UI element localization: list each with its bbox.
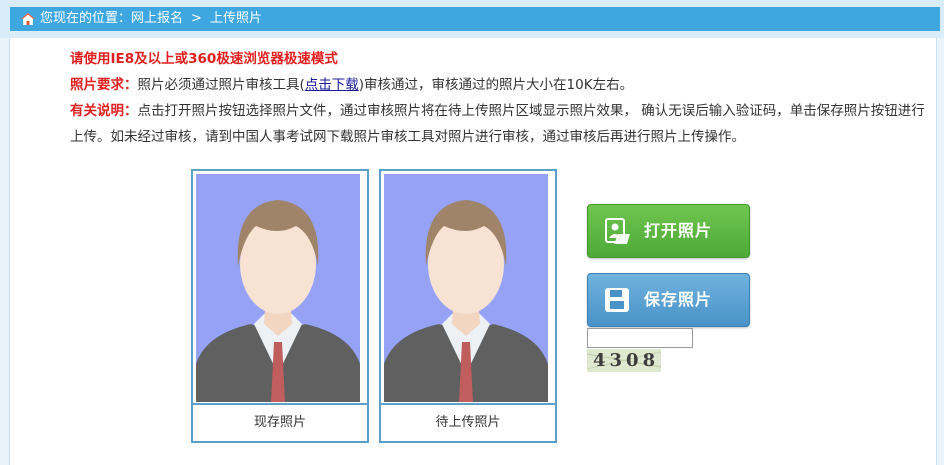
open-photo-icon	[605, 218, 630, 244]
open-photo-label: 打开照片	[644, 221, 713, 240]
current-photo-caption: 现存照片	[193, 403, 367, 441]
requirement-text-2: )审核通过，审核通过的照片大小在10K左右。	[358, 77, 634, 93]
breadcrumb: 您现在的位置：网上报名 > 上传照片	[40, 7, 262, 31]
save-photo-button[interactable]: 保存照片	[587, 273, 750, 327]
avatar-placeholder-icon	[196, 174, 360, 402]
instructions: 有关说明：点击打开照片按钮选择照片文件，通过审核照片将在待上传照片区域显示照片效…	[70, 98, 930, 150]
requirement-label: 照片要求：	[70, 77, 138, 93]
breadcrumb-separator: >	[191, 11, 202, 26]
left-frame-border	[0, 38, 10, 465]
instructions-label: 有关说明：	[70, 103, 138, 119]
pending-photo-panel: 待上传照片	[379, 169, 557, 443]
breadcrumb-item-upload-photo: 上传照片	[209, 11, 262, 26]
instructions-text: 点击打开照片按钮选择照片文件，通过审核照片将在待上传照片区域显示照片效果， 确认…	[70, 103, 925, 145]
pending-photo-caption: 待上传照片	[381, 403, 555, 441]
save-disk-icon	[605, 288, 629, 312]
pending-photo	[384, 174, 548, 402]
captcha-input[interactable]	[587, 328, 693, 348]
header: 您现在的位置：网上报名 > 上传照片	[0, 0, 944, 38]
location-bar: 您现在的位置：网上报名 > 上传照片	[10, 7, 940, 31]
breadcrumb-item-registration[interactable]: 网上报名	[131, 11, 183, 26]
download-tool-link[interactable]: 点击下载	[305, 77, 359, 93]
notice-block: 请使用IE8及以上或360极速浏览器极速模式 照片要求：照片必须通过照片审核工具…	[70, 46, 930, 150]
avatar-placeholder-icon	[384, 174, 548, 402]
open-photo-button[interactable]: 打开照片	[587, 204, 750, 258]
current-photo-panel: 现存照片	[191, 169, 369, 443]
home-icon	[21, 13, 35, 25]
right-frame-border	[936, 38, 944, 465]
breadcrumb-prefix: 您现在的位置：	[40, 11, 132, 26]
requirement-text-1: 照片必须通过照片审核工具(	[137, 77, 305, 93]
current-photo	[196, 174, 360, 402]
captcha-image[interactable]: 4308	[587, 349, 661, 372]
save-photo-label: 保存照片	[644, 290, 713, 309]
captcha-code: 4308	[593, 350, 660, 371]
browser-tip: 请使用IE8及以上或360极速浏览器极速模式	[70, 51, 338, 67]
photo-requirement: 照片要求：照片必须通过照片审核工具(点击下载)审核通过，审核通过的照片大小在10…	[70, 72, 930, 98]
